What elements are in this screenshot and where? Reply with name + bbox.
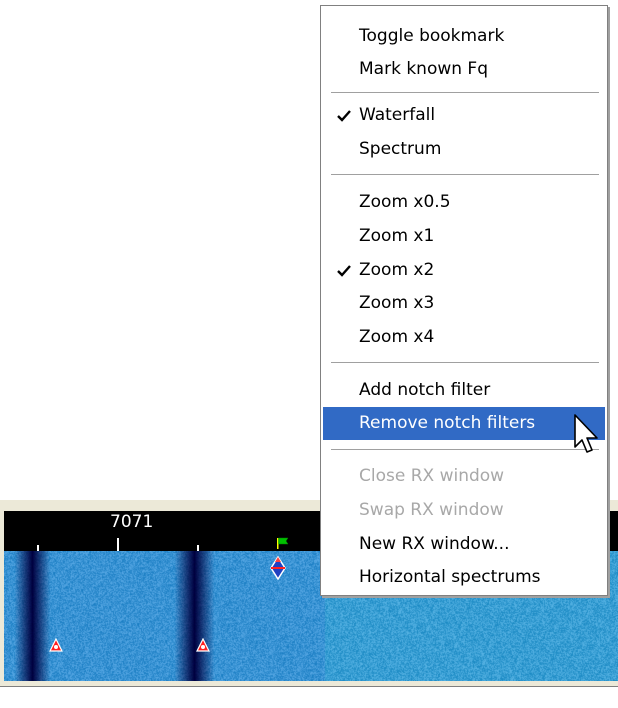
- menu-item-label: Swap RX window: [359, 500, 504, 520]
- panel-bottom-border: [0, 686, 618, 687]
- scale-tick: [117, 538, 119, 551]
- menu-item-label: Zoom x4: [359, 327, 435, 347]
- menu-item-horizontal-spectrums[interactable]: Horizontal spectrums: [323, 561, 605, 594]
- menu-item-zoom-x4[interactable]: Zoom x4: [323, 321, 605, 354]
- menu-item-zoom-x0-5[interactable]: Zoom x0.5: [323, 186, 605, 219]
- menu-item-label: Zoom x2: [359, 260, 435, 280]
- screen: 7071 Toggle bookmark Mark known Fq Water…: [0, 0, 618, 708]
- menu-item-label: Waterfall: [359, 105, 436, 125]
- menu-separator: [331, 174, 599, 176]
- menu-item-label: Zoom x3: [359, 293, 435, 313]
- menu-separator: [331, 449, 599, 451]
- menu-item-mark-known-fq[interactable]: Mark known Fq: [323, 53, 605, 86]
- menu-item-zoom-x1[interactable]: Zoom x1: [323, 220, 605, 253]
- menu-item-zoom-x2[interactable]: Zoom x2: [323, 254, 605, 287]
- flag-icon[interactable]: [276, 537, 290, 550]
- menu-item-label: Toggle bookmark: [359, 26, 505, 46]
- menu-item-zoom-x3[interactable]: Zoom x3: [323, 287, 605, 320]
- menu-item-spectrum[interactable]: Spectrum: [323, 133, 605, 166]
- menu-separator: [331, 92, 599, 94]
- menu-item-new-rx-window[interactable]: New RX window...: [323, 528, 605, 561]
- menu-item-remove-notch-filters[interactable]: Remove notch filters: [323, 407, 605, 440]
- menu-item-label: Mark known Fq: [359, 59, 488, 79]
- menu-item-waterfall[interactable]: Waterfall: [323, 99, 605, 132]
- menu-item-label: Spectrum: [359, 139, 442, 159]
- menu-item-label: New RX window...: [359, 534, 510, 554]
- menu-item-label: Remove notch filters: [359, 413, 536, 433]
- mouse-pointer-icon: [574, 414, 598, 453]
- check-icon: [337, 265, 351, 277]
- frequency-label: 7071: [110, 512, 154, 532]
- notch-marker-icon[interactable]: [196, 638, 210, 652]
- menu-item-label: Zoom x0.5: [359, 192, 451, 212]
- rx-marker-icon[interactable]: [270, 556, 286, 580]
- notch-marker-icon[interactable]: [49, 638, 63, 652]
- menu-item-swap-rx-window: Swap RX window: [323, 494, 605, 527]
- menu-item-label: Close RX window: [359, 466, 505, 486]
- menu-item-label: Horizontal spectrums: [359, 567, 541, 587]
- menu-item-label: Add notch filter: [359, 380, 491, 400]
- menu-item-label: Zoom x1: [359, 226, 435, 246]
- context-menu: Toggle bookmark Mark known Fq Waterfall …: [320, 5, 608, 596]
- menu-item-close-rx-window: Close RX window: [323, 460, 605, 493]
- menu-separator: [331, 362, 599, 364]
- menu-item-add-notch-filter[interactable]: Add notch filter: [323, 374, 605, 407]
- check-icon: [337, 110, 351, 122]
- menu-item-toggle-bookmark[interactable]: Toggle bookmark: [323, 20, 605, 53]
- panel-bottom: [0, 686, 618, 708]
